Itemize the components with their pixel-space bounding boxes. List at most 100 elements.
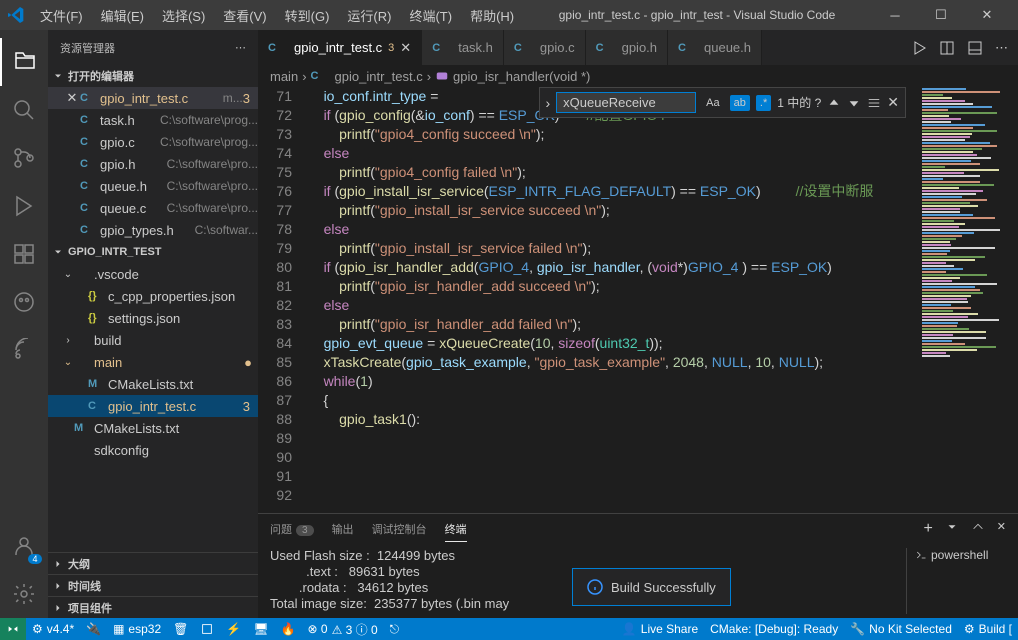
regex-icon[interactable]: .* xyxy=(756,95,771,111)
open-editor-item[interactable]: Cgpio_types.hC:\softwar... xyxy=(48,219,258,241)
notification-toast[interactable]: Build Successfully xyxy=(572,568,731,606)
open-editor-item[interactable]: Ctask.hC:\software\prog... xyxy=(48,109,258,131)
platformio-activity[interactable] xyxy=(0,278,48,326)
statusbar: ⚙ v4.4* 🔌 ▦ esp32 🗑 ⚡ 🖥 🔥 ⊗ 0 ⚠ 3 ⓘ 0 ⎋ … xyxy=(0,618,1018,640)
run-icon[interactable] xyxy=(911,40,927,56)
close-icon[interactable]: ✕ xyxy=(64,90,80,106)
editor-tab[interactable]: Cgpio.c xyxy=(504,30,586,65)
more-icon[interactable]: ⋯ xyxy=(995,40,1008,56)
problems-status[interactable]: ⊗ 0 ⚠ 3 ⓘ 0 xyxy=(302,618,384,640)
terminal-item[interactable]: powershell xyxy=(915,548,1006,562)
tree-item[interactable]: sdkconfig xyxy=(48,439,258,461)
tree-item[interactable]: Cgpio_intr_test.c3 xyxy=(48,395,258,417)
prev-match-icon[interactable] xyxy=(827,96,841,110)
explorer-activity[interactable] xyxy=(0,38,48,86)
find-close-icon[interactable]: ✕ xyxy=(887,94,899,111)
scm-activity[interactable] xyxy=(0,134,48,182)
close-button[interactable]: ✕ xyxy=(964,0,1010,30)
fire-icon[interactable]: 🔥 xyxy=(275,618,302,640)
sidebar-header: 资源管理器 ⋯ xyxy=(48,30,258,65)
sidebar-more-icon[interactable]: ⋯ xyxy=(235,41,246,54)
tab-close-icon[interactable]: ✕ xyxy=(400,40,411,56)
collapsed-section[interactable]: 项目组件 xyxy=(48,596,258,618)
esp-target[interactable]: ▦ esp32 xyxy=(107,618,167,640)
panel-tab[interactable]: 终端 xyxy=(445,517,467,542)
liveshare-status[interactable]: 👤 Live Share xyxy=(616,618,704,640)
monitor-icon[interactable]: 🖥 xyxy=(247,618,274,640)
panel-tab[interactable]: 问题3 xyxy=(270,517,314,541)
match-case-icon[interactable]: Aa xyxy=(702,95,723,111)
menu-item[interactable]: 终端(T) xyxy=(401,2,460,29)
editor-area: Cgpio_intr_test.c3✕Ctask.hCgpio.cCgpio.h… xyxy=(258,30,1018,618)
open-editor-item[interactable]: Cgpio.hC:\software\pro... xyxy=(48,153,258,175)
find-expand-icon[interactable]: › xyxy=(546,95,551,111)
find-selection-icon[interactable] xyxy=(867,96,881,110)
tree-item[interactable]: MCMakeLists.txt xyxy=(48,373,258,395)
plug-icon[interactable]: 🔌 xyxy=(80,618,107,640)
menu-item[interactable]: 运行(R) xyxy=(339,2,399,29)
tree-item[interactable]: MCMakeLists.txt xyxy=(48,417,258,439)
code-editor[interactable]: 7172737475767778798081828384858687888990… xyxy=(258,87,1018,513)
menu-item[interactable]: 查看(V) xyxy=(215,2,274,29)
menu-item[interactable]: 选择(S) xyxy=(154,2,213,29)
editor-tab[interactable]: Cgpio.h xyxy=(586,30,668,65)
editor-tab[interactable]: Cqueue.h xyxy=(668,30,762,65)
extensions-activity[interactable] xyxy=(0,230,48,278)
tree-item[interactable]: {}c_cpp_properties.json xyxy=(48,285,258,307)
accounts-activity[interactable]: 4 xyxy=(0,522,48,570)
open-editor-item[interactable]: Cgpio.cC:\software\prog... xyxy=(48,131,258,153)
clean-icon[interactable]: 🗑 xyxy=(167,618,194,640)
tree-item[interactable]: ⌄.vscode xyxy=(48,263,258,285)
window-title: gpio_intr_test.c - gpio_intr_test - Visu… xyxy=(522,8,872,22)
collapsed-section[interactable]: 时间线 xyxy=(48,574,258,596)
editor-tab[interactable]: Ctask.h xyxy=(422,30,504,65)
tree-item[interactable]: {}settings.json xyxy=(48,307,258,329)
toggle-panel-icon[interactable] xyxy=(967,40,983,56)
sidebar: 资源管理器 ⋯ 打开的编辑器 ✕Cgpio_intr_test.cm...3Ct… xyxy=(48,30,258,618)
port-icon[interactable]: ⎋ xyxy=(384,618,406,640)
run-activity[interactable] xyxy=(0,182,48,230)
search-activity[interactable] xyxy=(0,86,48,134)
editor-tab[interactable]: Cgpio_intr_test.c3✕ xyxy=(258,30,422,65)
close-panel-icon[interactable]: ✕ xyxy=(997,520,1006,538)
flash-icon[interactable]: ⚡ xyxy=(220,618,247,640)
breadcrumb[interactable]: main› Cgpio_intr_test.c› gpio_isr_handle… xyxy=(258,65,1018,87)
menu-item[interactable]: 帮助(H) xyxy=(462,2,522,29)
maximize-button[interactable]: ☐ xyxy=(918,0,964,30)
panel-tab[interactable]: 输出 xyxy=(332,517,354,541)
panel-tab[interactable]: 调试控制台 xyxy=(372,517,427,541)
minimap[interactable] xyxy=(918,87,1018,513)
build-status[interactable]: ⚙ Build [ xyxy=(958,618,1018,640)
match-word-icon[interactable]: ab xyxy=(730,95,750,111)
project-section[interactable]: GPIO_INTR_TEST xyxy=(48,241,258,263)
new-terminal-icon[interactable]: + xyxy=(923,520,932,538)
collapsed-section[interactable]: 大纲 xyxy=(48,552,258,574)
open-editor-item[interactable]: Cqueue.cC:\software\pro... xyxy=(48,197,258,219)
open-editor-item[interactable]: ✕Cgpio_intr_test.cm...3 xyxy=(48,87,258,109)
titlebar: 文件(F)编辑(E)选择(S)查看(V)转到(G)运行(R)终端(T)帮助(H)… xyxy=(0,0,1018,30)
kit-status[interactable]: 🔧 No Kit Selected xyxy=(844,618,958,640)
next-match-icon[interactable] xyxy=(847,96,861,110)
minimize-button[interactable]: ─ xyxy=(872,0,918,30)
menu-item[interactable]: 文件(F) xyxy=(32,2,91,29)
terminal-dropdown-icon[interactable] xyxy=(945,520,959,534)
tree-item[interactable]: ›build xyxy=(48,329,258,351)
split-icon[interactable] xyxy=(939,40,955,56)
open-editors-section[interactable]: 打开的编辑器 xyxy=(48,65,258,87)
vscode-logo-icon xyxy=(8,7,24,23)
activity-bar: 4 xyxy=(0,30,48,618)
maximize-panel-icon[interactable] xyxy=(971,520,985,534)
menu-bar: 文件(F)编辑(E)选择(S)查看(V)转到(G)运行(R)终端(T)帮助(H) xyxy=(32,2,522,29)
cmake-status[interactable]: CMake: [Debug]: Ready xyxy=(704,618,844,640)
menu-item[interactable]: 编辑(E) xyxy=(93,2,152,29)
esp-version[interactable]: ⚙ v4.4* xyxy=(26,618,80,640)
settings-activity[interactable] xyxy=(0,570,48,618)
open-editor-item[interactable]: Cqueue.hC:\software\pro... xyxy=(48,175,258,197)
tree-item[interactable]: ⌄main● xyxy=(48,351,258,373)
find-input[interactable] xyxy=(556,92,696,113)
build-icon[interactable] xyxy=(194,618,220,640)
remote-button[interactable] xyxy=(0,618,26,640)
menu-item[interactable]: 转到(G) xyxy=(277,2,338,29)
terminal-list: powershell xyxy=(906,548,1006,614)
espressif-activity[interactable] xyxy=(0,326,48,374)
